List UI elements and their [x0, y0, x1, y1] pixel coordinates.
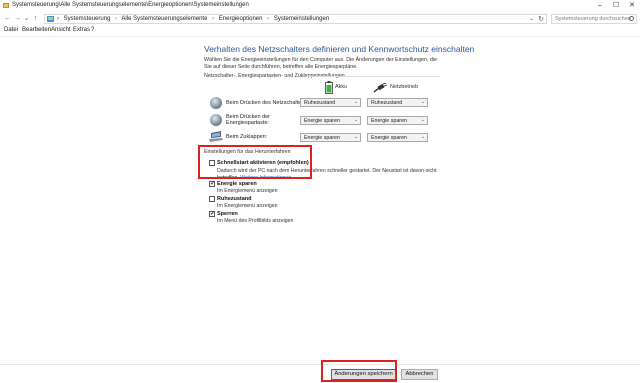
hibernate-label[interactable]: Ruhezustand — [217, 196, 252, 202]
title-bar: Systemsteuerung\Alle Systemsteuerungsele… — [0, 0, 640, 12]
lock-label[interactable]: Sperren — [217, 211, 238, 217]
hibernate-checkbox[interactable] — [209, 196, 215, 202]
search-placeholder: Systemsteuerung durchsuchen — [555, 16, 631, 22]
select-value: Energie sparen — [304, 118, 340, 124]
intro-text: Wählen Sie die Energieeinstellungen für … — [204, 57, 437, 70]
close-button[interactable]: ✕ — [624, 0, 640, 12]
section-divider — [306, 76, 440, 77]
select-value: Energie sparen — [304, 135, 340, 141]
chevron-down-icon: ⌄ — [420, 99, 425, 105]
row-label-lid-close: Beim Zuklappen: — [226, 134, 268, 140]
row-label-power-button: Beim Drücken des Netzschalters: — [226, 100, 308, 106]
power-button-icon — [210, 97, 222, 109]
select-value: Energie sparen — [371, 135, 407, 141]
select-value: Ruhezustand — [371, 100, 403, 106]
cancel-button[interactable]: Abbrechen — [401, 369, 438, 380]
lock-checkbox[interactable]: ✓ — [209, 211, 215, 217]
address-field[interactable]: › Systemsteuerung › Alle Systemsteuerung… — [44, 14, 547, 24]
breadcrumb-item[interactable]: Systemsteuerung — [64, 16, 111, 22]
chevron-down-icon: ⌄ — [420, 134, 425, 140]
column-header-battery: Akku — [335, 84, 348, 90]
hibernate-description: Im Energiemenü anzeigen — [217, 203, 278, 209]
up-button[interactable]: ↑ — [31, 14, 40, 24]
breadcrumb-item[interactable]: Energieoptionen — [219, 16, 263, 22]
minimize-button[interactable]: – — [592, 0, 608, 12]
power-button-plugged-select[interactable]: Ruhezustand ⌄ — [367, 98, 428, 107]
chevron-down-icon: ⌄ — [353, 99, 358, 105]
forward-button[interactable]: → — [13, 14, 22, 24]
menu-edit[interactable]: Bearbeiten — [22, 27, 51, 33]
breadcrumb-item[interactable]: Systemeinstellungen — [274, 16, 329, 22]
folder-icon — [3, 3, 9, 8]
breadcrumb-root-separator: › — [57, 16, 59, 22]
search-icon[interactable] — [629, 16, 634, 21]
search-input[interactable]: Systemsteuerung durchsuchen — [551, 14, 637, 24]
select-value: Ruhezustand — [304, 100, 336, 106]
address-bar-row: ← → ⌄ ↑ › Systemsteuerung › Alle Systems… — [0, 12, 640, 26]
sleep-button-battery-select[interactable]: Energie sparen ⌄ — [300, 116, 361, 125]
control-panel-icon — [47, 16, 54, 22]
sleep-description: Im Energiemenü anzeigen — [217, 188, 278, 194]
footer-divider — [0, 364, 640, 365]
lid-close-plugged-select[interactable]: Energie sparen ⌄ — [367, 133, 428, 142]
menu-tools[interactable]: Extras — [73, 27, 90, 33]
highlight-save-button — [321, 360, 397, 382]
breadcrumb-separator: › — [115, 16, 118, 22]
recent-locations-button[interactable]: ⌄ — [22, 14, 31, 24]
menu-file[interactable]: Datei — [4, 27, 18, 33]
back-button[interactable]: ← — [3, 14, 12, 24]
maximize-button[interactable]: ☐ — [608, 0, 624, 12]
power-button-battery-select[interactable]: Ruhezustand ⌄ — [300, 98, 361, 107]
menu-divider — [0, 36, 640, 37]
menu-view[interactable]: Ansicht — [51, 27, 71, 33]
sleep-checkbox[interactable]: ✓ — [209, 181, 215, 187]
lid-close-battery-select[interactable]: Energie sparen ⌄ — [300, 133, 361, 142]
page-title: Verhalten des Netzschalters definieren u… — [204, 44, 475, 54]
battery-icon — [325, 81, 333, 94]
sleep-button-plugged-select[interactable]: Energie sparen ⌄ — [367, 116, 428, 125]
sleep-button-icon — [210, 114, 222, 126]
laptop-lid-icon — [209, 131, 223, 142]
sleep-label[interactable]: Energie sparen — [217, 181, 257, 187]
breadcrumb-item[interactable]: Alle Systemsteuerungselemente — [121, 16, 207, 22]
chevron-down-icon: ⌄ — [353, 134, 358, 140]
menu-help[interactable]: ? — [91, 27, 94, 33]
breadcrumb: › Systemsteuerung › Alle Systemsteuerung… — [57, 15, 329, 24]
address-dropdown-icon[interactable]: ⌄ — [529, 15, 534, 24]
window-title: Systemsteuerung\Alle Systemsteuerungsele… — [12, 2, 249, 8]
chevron-down-icon: ⌄ — [353, 117, 358, 123]
refresh-icon[interactable]: ↻ — [538, 15, 544, 24]
chevron-down-icon: ⌄ — [420, 117, 425, 123]
select-value: Energie sparen — [371, 118, 407, 124]
power-plug-icon — [373, 83, 387, 93]
breadcrumb-separator: › — [212, 16, 215, 22]
highlight-fast-startup — [198, 145, 312, 179]
column-header-plugged-in: Netzbetrieb — [390, 84, 419, 90]
breadcrumb-separator: › — [267, 16, 270, 22]
menu-bar: Datei Bearbeiten Ansicht Extras ? — [0, 26, 640, 36]
row-label-sleep-button-line2: Energiespartaste: — [226, 120, 270, 126]
lock-description: Im Menü des Profilbilds anzeigen — [217, 218, 294, 224]
